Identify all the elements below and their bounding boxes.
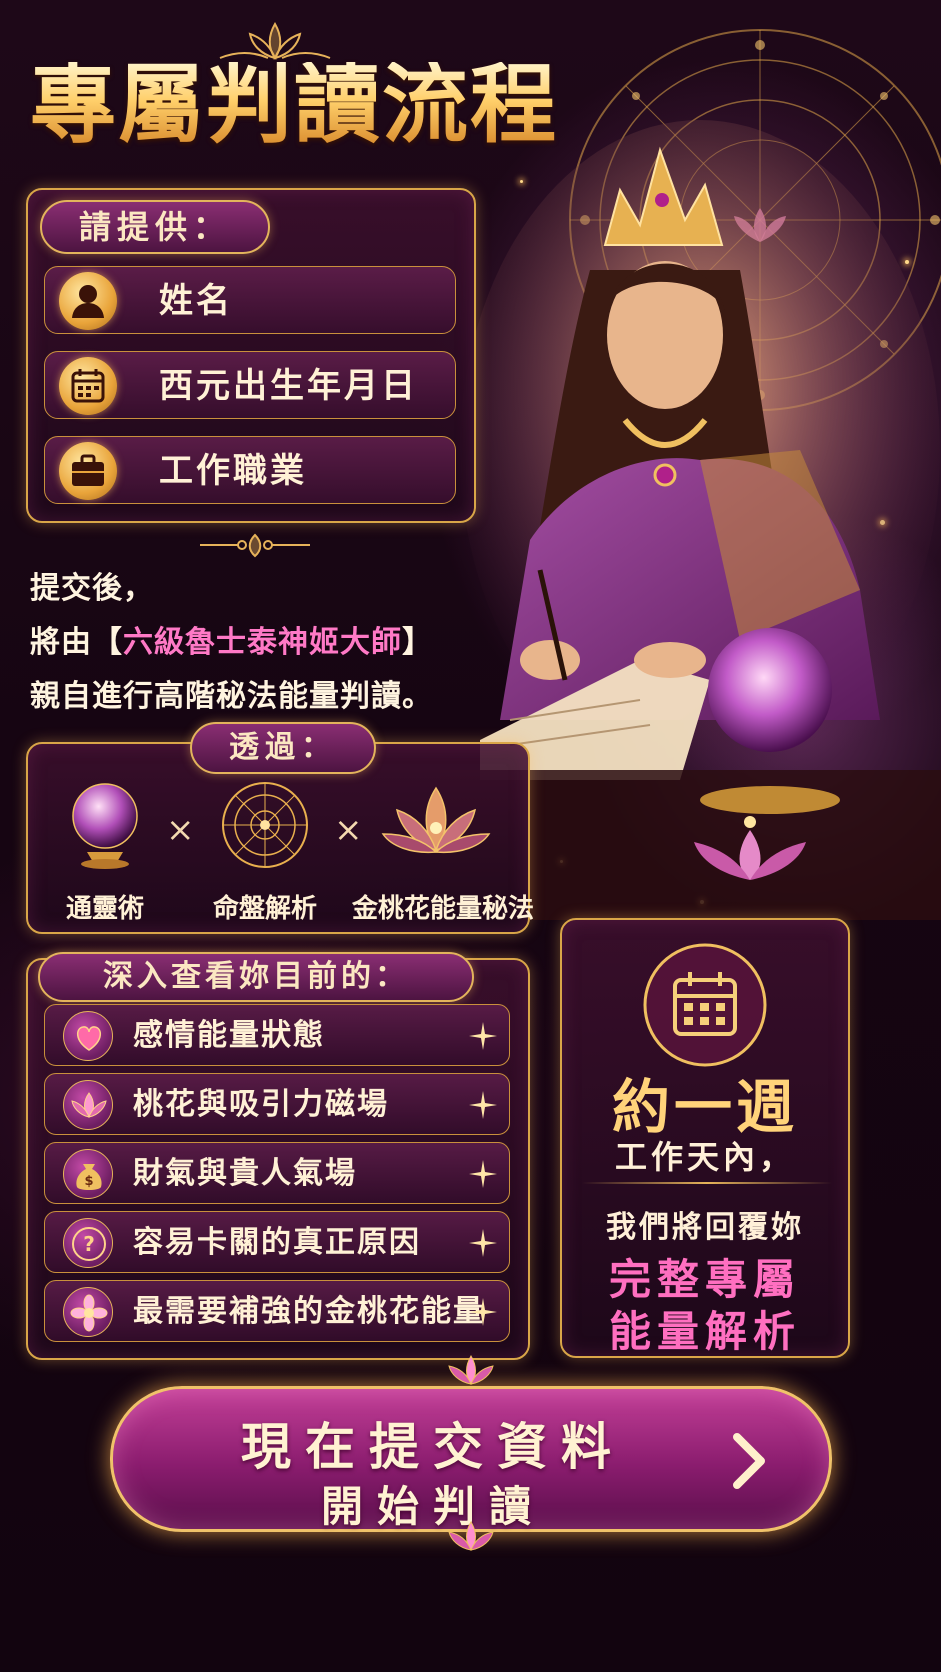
intro-text: 提交後， 將由【六級魯士泰神姬大師】 親自進行高階秘法能量判讀。 [30,562,433,724]
question-icon: ? [63,1218,113,1268]
crystal-ball-icon [72,783,138,869]
provide-item-name: 姓名 [44,266,456,334]
aspect-label: 財氣與貴人氣場 [133,1156,357,1191]
provide-item-birthdate: 西元出生年月日 [44,351,456,419]
tool-label: 金桃花能量秘法 [352,894,535,924]
tool-chart-analysis: 命盤解析 [200,780,330,924]
aspects-heading: 深入查看妳目前的： [38,952,474,1002]
ornament-divider-icon [200,533,310,558]
calendar-icon [59,357,117,415]
sparkle-icon [469,1160,497,1188]
aspect-item: $ 財氣與貴人氣場 [44,1142,510,1204]
aspect-item: 感情能量狀態 [44,1004,510,1066]
astrology-chart-icon [222,782,308,868]
lotus-icon [381,786,491,854]
reply-period-sub: 工作天內， [614,1138,795,1176]
page-title: 專屬判讀流程 [30,62,590,148]
sparkle-icon [469,1298,497,1326]
aspect-label: 最需要補強的金桃花能量 [133,1294,485,1329]
submit-button-line-1: 現在提交資料 [241,1417,625,1476]
page: 專屬判讀流程 請提供： 姓名 西元出生年月日 工作職業 提交後， 將由【六級魯士… [0,0,941,1672]
lotus-icon [448,1355,494,1385]
briefcase-icon [59,442,117,500]
sparkle-icon [469,1091,497,1119]
aspect-item: ? 容易卡關的真正原因 [44,1211,510,1273]
tool-mediumship: 通靈術 [40,780,170,924]
reply-highlight-2: 能量解析 [608,1307,801,1356]
intro-line-3: 親自進行高階秘法能量判讀。 [30,679,433,714]
lotus-icon [63,1080,113,1130]
provide-item-label: 姓名 [159,281,233,321]
person-icon [59,272,117,330]
lotus-icon [448,1521,494,1551]
chevron-right-icon [733,1433,765,1489]
times-sign: × [166,810,195,850]
aspect-item: 桃花與吸引力磁場 [44,1073,510,1135]
intro-line-1: 提交後， [30,571,154,606]
provide-heading: 請提供： [40,200,270,254]
aspect-label: 感情能量狀態 [133,1018,325,1053]
aspect-label: 桃花與吸引力磁場 [133,1087,389,1122]
submit-button-line-2: 開始判讀 [320,1482,545,1531]
svg-text:?: ? [83,1232,95,1256]
intro-line-2-post: 】 [402,625,433,660]
aspect-label: 容易卡關的真正原因 [133,1225,421,1260]
flower-icon [63,1287,113,1337]
intro-line-2: 將由【六級魯士泰神姬大師】 [30,616,433,670]
provide-item-label: 西元出生年月日 [159,366,418,406]
reply-text: 我們將回覆妳 [606,1210,804,1245]
tool-label: 通靈術 [65,894,144,924]
provide-item-occupation: 工作職業 [44,436,456,504]
money-bag-icon: $ [63,1149,113,1199]
heart-icon [63,1011,113,1061]
submit-button[interactable]: 現在提交資料 開始判讀 [110,1386,832,1532]
aspect-item: 最需要補強的金桃花能量 [44,1280,510,1342]
provide-item-label: 工作職業 [159,451,307,491]
calendar-icon [643,943,767,1067]
master-title: 六級魯士泰神姬大師 [123,625,402,660]
divider [582,1182,832,1184]
tool-label: 命盤解析 [212,894,317,924]
through-heading: 透過： [190,722,376,774]
sparkle-icon [469,1022,497,1050]
reply-time-panel: 約一週 工作天內， 我們將回覆妳 完整專屬 能量解析 [560,918,850,1358]
sparkle-icon [469,1229,497,1257]
intro-line-2-pre: 將由【 [30,625,123,660]
svg-text:$: $ [84,1174,93,1189]
tool-golden-peach-blossom: 金桃花能量秘法 [352,780,534,924]
